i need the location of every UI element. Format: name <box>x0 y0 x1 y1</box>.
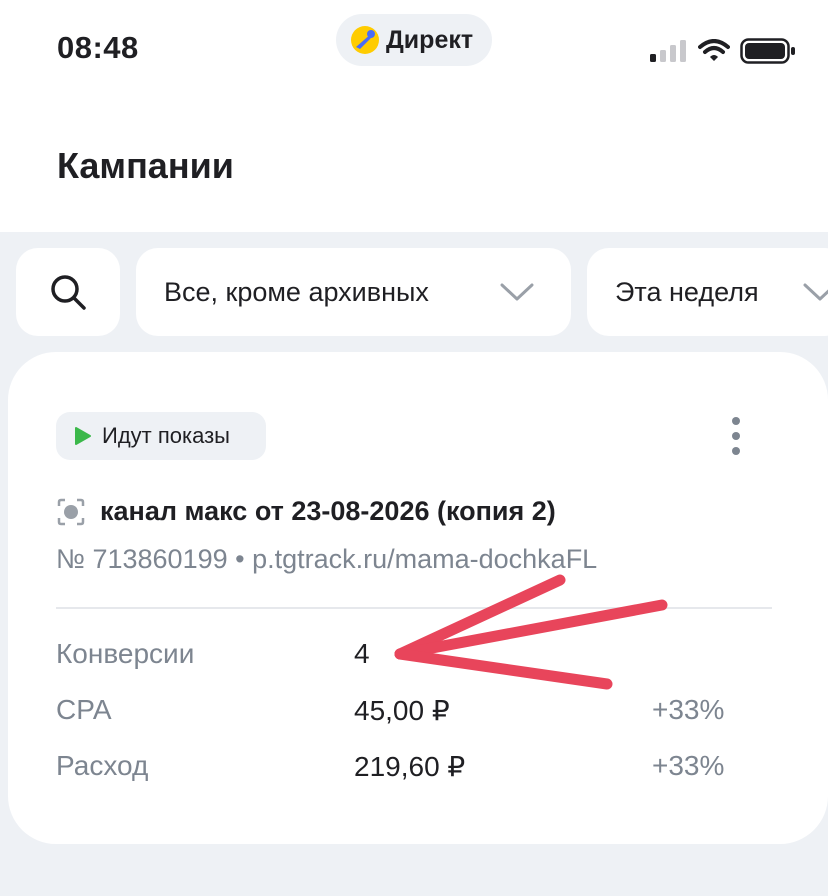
metric-value: 4 <box>354 638 370 669</box>
campaign-name: канал макс от 23-08-2026 (копия 2) <box>100 496 556 526</box>
search-icon <box>51 275 86 310</box>
metric-row-spend: Расход 219,60 ₽ +33% <box>56 750 772 790</box>
metric-value: 219,60 ₽ <box>354 751 466 782</box>
metric-change: +33% <box>652 694 725 725</box>
status-filter-dropdown[interactable]: Все, кроме архивных <box>136 248 571 336</box>
period-filter-label: Эта неделя <box>615 276 759 307</box>
status-filter-label: Все, кроме архивных <box>164 276 429 307</box>
metric-value: 45,00 ₽ <box>354 695 450 726</box>
campaign-card[interactable]: Идут показы канал макс от 23-08-2026 (ко… <box>8 352 828 844</box>
battery-icon <box>740 38 795 64</box>
app-indicator[interactable]: Директ <box>336 14 492 66</box>
campaign-subtitle: № 713860199 • p.tgtrack.ru/mama-dochkaFL <box>56 544 598 574</box>
signal-icon <box>650 40 686 62</box>
status-icons <box>650 38 796 64</box>
more-options-icon[interactable] <box>726 414 746 458</box>
top-area: 08:48 Директ Кампании <box>0 0 828 232</box>
metric-label: CPA <box>56 694 112 725</box>
page-title: Кампании <box>57 145 234 186</box>
wifi-icon <box>698 39 730 61</box>
filter-bar: Все, кроме архивных Эта неделя <box>16 248 828 336</box>
metric-row-conversions: Конверсии 4 <box>56 638 772 678</box>
metric-row-cpa: CPA 45,00 ₽ +33% <box>56 694 772 734</box>
direct-logo-icon <box>351 26 379 54</box>
metric-label: Конверсии <box>56 638 195 669</box>
search-button[interactable] <box>16 248 120 336</box>
campaign-title[interactable]: канал макс от 23-08-2026 (копия 2) <box>56 496 556 527</box>
divider <box>56 607 772 609</box>
status-badge: Идут показы <box>56 412 266 460</box>
play-icon <box>75 427 91 445</box>
status-badge-label: Идут показы <box>102 423 230 448</box>
metric-change: +33% <box>652 750 725 781</box>
chevron-down-icon <box>803 283 828 301</box>
campaign-type-icon <box>57 498 85 525</box>
status-time: 08:48 <box>57 30 139 65</box>
metric-label: Расход <box>56 750 149 781</box>
period-filter-dropdown[interactable]: Эта неделя <box>587 248 828 336</box>
app-label: Директ <box>386 25 474 54</box>
chevron-down-icon <box>500 283 534 301</box>
